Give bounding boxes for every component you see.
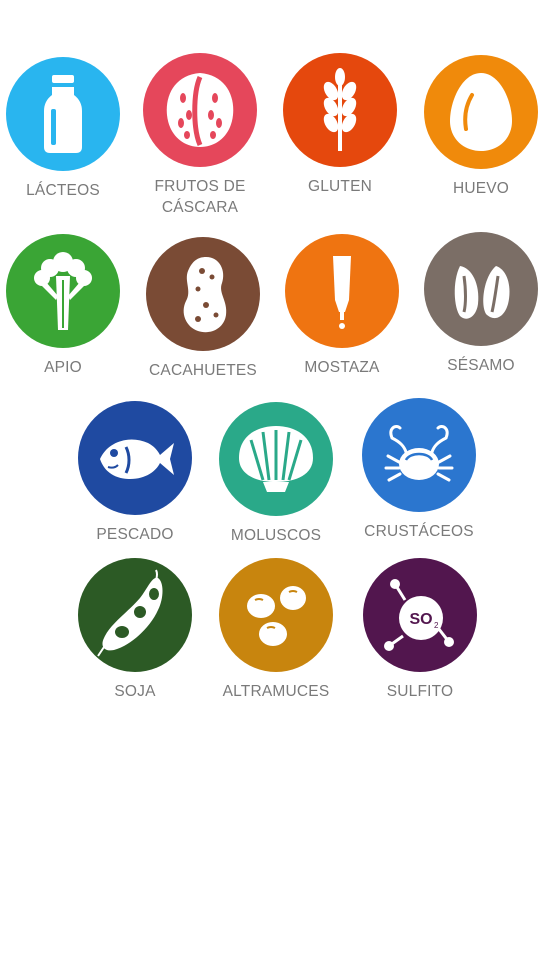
allergen-label: HUEVO <box>452 180 510 197</box>
allergen-gluten-circle <box>283 53 397 167</box>
allergen-huevo: HUEVO <box>411 55 540 230</box>
allergen-label: SÉSAMO <box>447 357 515 374</box>
soy-icon <box>97 569 163 657</box>
allergen-sulfito: SO 2 SULFITO <box>350 558 490 733</box>
allergen-label: CRUSTÁCEOS <box>364 523 474 540</box>
allergen-soja: SOJA <box>65 558 205 733</box>
allergen-gluten: GLUTEN <box>270 53 410 228</box>
allergen-label: LÁCTEOS <box>26 182 100 199</box>
sesame-icon <box>454 266 510 319</box>
sulfite-icon: SO 2 <box>384 579 454 651</box>
so2-text: SO <box>409 611 432 628</box>
allergen-mostaza-circle <box>285 234 399 348</box>
svg-text:2: 2 <box>434 621 439 630</box>
allergen-frutos-circle <box>143 53 257 167</box>
allergen-lacteos-circle <box>6 57 120 171</box>
allergen-mostaza: MOSTAZA <box>272 234 412 409</box>
wheat-icon <box>323 68 357 151</box>
allergen-label: GLUTEN <box>307 178 373 195</box>
peanut-icon <box>183 257 227 333</box>
nut-icon <box>166 73 234 147</box>
allergen-sulfito-circle: SO 2 <box>363 558 477 672</box>
allergen-label: PESCADO <box>96 526 174 543</box>
fish-icon <box>100 439 174 479</box>
allergen-label: SULFITO <box>386 683 454 700</box>
allergen-soja-circle <box>78 558 192 672</box>
allergen-cacahuetes: CACAHUETES <box>133 237 273 412</box>
allergen-pescado-circle <box>78 401 192 515</box>
allergen-label: SOJA <box>114 683 156 700</box>
allergen-huevo-circle <box>424 55 538 169</box>
allergen-label: MOLUSCOS <box>230 527 322 544</box>
allergen-label: ALTRAMUCES <box>222 683 330 700</box>
allergen-crustaceos: CRUSTÁCEOS <box>349 398 489 573</box>
allergen-apio: APIO <box>0 234 133 409</box>
allergen-label: FRUTOS DE CÁSCARA <box>154 178 246 216</box>
allergen-label: MOSTAZA <box>304 359 380 376</box>
allergen-frutos: FRUTOS DE CÁSCARA <box>130 53 270 228</box>
allergen-apio-circle <box>6 234 120 348</box>
allergen-label: APIO <box>44 359 82 376</box>
allergen-altramuces-circle <box>219 558 333 672</box>
allergen-moluscos: MOLUSCOS <box>206 402 346 577</box>
allergen-label: CACAHUETES <box>149 362 257 379</box>
mustard-icon <box>333 256 351 329</box>
allergen-sesamo-circle <box>424 232 538 346</box>
crab-icon <box>384 424 454 482</box>
allergen-cacahuetes-circle <box>146 237 260 351</box>
allergen-lacteos: LÁCTEOS <box>0 57 133 232</box>
allergen-crustaceos-circle <box>362 398 476 512</box>
milk-bottle-icon <box>44 75 82 153</box>
celery-icon <box>34 252 92 330</box>
allergen-moluscos-circle <box>219 402 333 516</box>
allergen-pescado: PESCADO <box>65 401 205 576</box>
shell-icon <box>239 426 313 492</box>
allergen-sesamo: SÉSAMO <box>411 232 540 407</box>
lupin-icon <box>247 586 306 646</box>
egg-icon <box>450 73 512 151</box>
allergen-altramuces: ALTRAMUCES <box>206 558 346 733</box>
